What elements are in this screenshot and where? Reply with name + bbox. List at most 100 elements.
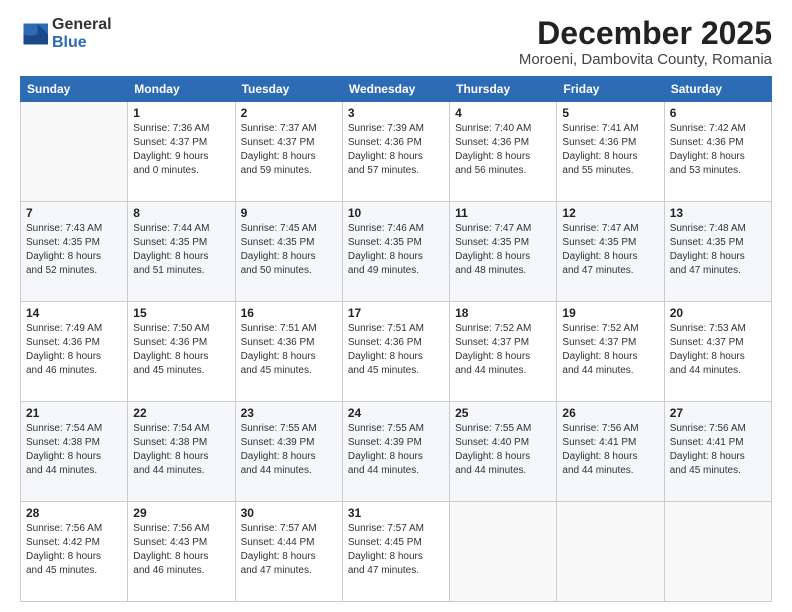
day-number: 6 <box>670 106 766 120</box>
day-info: Sunrise: 7:42 AMSunset: 4:36 PMDaylight:… <box>670 122 766 178</box>
day-info: Sunrise: 7:57 AMSunset: 4:44 PMDaylight:… <box>241 522 337 578</box>
day-info: Sunrise: 7:56 AMSunset: 4:42 PMDaylight:… <box>26 522 122 578</box>
calendar-cell: 17Sunrise: 7:51 AMSunset: 4:36 PMDayligh… <box>342 302 449 402</box>
day-info: Sunrise: 7:54 AMSunset: 4:38 PMDaylight:… <box>133 422 229 478</box>
calendar-cell: 6 Sunrise: 7:42 AMSunset: 4:36 PMDaylight… <box>664 102 771 202</box>
day-number: 21 <box>26 406 122 420</box>
day-number: 31 <box>348 506 444 520</box>
day-info: Sunrise: 7:40 AMSunset: 4:36 PMDaylight:… <box>455 122 551 178</box>
calendar-cell: 8 Sunrise: 7:44 AMSunset: 4:35 PMDaylight… <box>128 202 235 302</box>
calendar-cell: 25 Sunrise: 7:55 AMSunset: 4:40 PMDayligh… <box>450 402 557 502</box>
week-row-2: 7 Sunrise: 7:43 AMSunset: 4:35 PMDaylight… <box>21 202 772 302</box>
calendar-cell: 3 Sunrise: 7:39 AMSunset: 4:36 PMDaylight… <box>342 102 449 202</box>
day-info: Sunrise: 7:44 AMSunset: 4:35 PMDaylight:… <box>133 222 229 278</box>
day-number: 7 <box>26 206 122 220</box>
day-number: 5 <box>562 106 658 120</box>
calendar-cell: 18Sunrise: 7:52 AMSunset: 4:37 PMDayligh… <box>450 302 557 402</box>
day-info: Sunrise: 7:53 AMSunset: 4:37 PMDaylight:… <box>670 322 766 378</box>
header: General Blue December 2025 Moroeni, Damb… <box>20 16 772 68</box>
week-row-3: 14Sunrise: 7:49 AMSunset: 4:36 PMDayligh… <box>21 302 772 402</box>
calendar-cell: 10 Sunrise: 7:46 AMSunset: 4:35 PMDayligh… <box>342 202 449 302</box>
weekday-header-tuesday: Tuesday <box>235 77 342 102</box>
weekday-header-monday: Monday <box>128 77 235 102</box>
day-number: 12 <box>562 206 658 220</box>
location-title: Moroeni, Dambovita County, Romania <box>519 51 772 68</box>
day-number: 3 <box>348 106 444 120</box>
calendar-cell: 24 Sunrise: 7:55 AMSunset: 4:39 PMDayligh… <box>342 402 449 502</box>
calendar-cell: 2 Sunrise: 7:37 AMSunset: 4:37 PMDaylight… <box>235 102 342 202</box>
day-info: Sunrise: 7:41 AMSunset: 4:36 PMDaylight:… <box>562 122 658 178</box>
calendar-cell: 5 Sunrise: 7:41 AMSunset: 4:36 PMDaylight… <box>557 102 664 202</box>
logo-text: General Blue <box>52 16 112 51</box>
calendar-cell: 4 Sunrise: 7:40 AMSunset: 4:36 PMDaylight… <box>450 102 557 202</box>
calendar-cell: 31 Sunrise: 7:57 AMSunset: 4:45 PMDayligh… <box>342 502 449 602</box>
logo-icon <box>20 20 48 48</box>
day-info: Sunrise: 7:52 AMSunset: 4:37 PMDaylight:… <box>562 322 658 378</box>
calendar-cell: 27 Sunrise: 7:56 AMSunset: 4:41 PMDayligh… <box>664 402 771 502</box>
day-info: Sunrise: 7:37 AMSunset: 4:37 PMDaylight:… <box>241 122 337 178</box>
day-number: 10 <box>348 206 444 220</box>
calendar-cell: 14Sunrise: 7:49 AMSunset: 4:36 PMDayligh… <box>21 302 128 402</box>
day-info: Sunrise: 7:39 AMSunset: 4:36 PMDaylight:… <box>348 122 444 178</box>
day-number: 15 <box>133 306 229 320</box>
weekday-header-friday: Friday <box>557 77 664 102</box>
day-info: Sunrise: 7:51 AMSunset: 4:36 PMDaylight:… <box>241 322 337 378</box>
day-number: 30 <box>241 506 337 520</box>
day-info: Sunrise: 7:57 AMSunset: 4:45 PMDaylight:… <box>348 522 444 578</box>
calendar-cell: 22Sunrise: 7:54 AMSunset: 4:38 PMDayligh… <box>128 402 235 502</box>
day-info: Sunrise: 7:55 AMSunset: 4:40 PMDaylight:… <box>455 422 551 478</box>
day-info: Sunrise: 7:47 AMSunset: 4:35 PMDaylight:… <box>455 222 551 278</box>
week-row-4: 21 Sunrise: 7:54 AMSunset: 4:38 PMDayligh… <box>21 402 772 502</box>
logo: General Blue <box>20 16 112 51</box>
day-info: Sunrise: 7:56 AMSunset: 4:41 PMDaylight:… <box>562 422 658 478</box>
day-info: Sunrise: 7:49 AMSunset: 4:36 PMDaylight:… <box>26 322 122 378</box>
month-title: December 2025 <box>519 16 772 51</box>
day-number: 1 <box>133 106 229 120</box>
calendar-cell: 15Sunrise: 7:50 AMSunset: 4:36 PMDayligh… <box>128 302 235 402</box>
title-section: December 2025 Moroeni, Dambovita County,… <box>519 16 772 68</box>
calendar-cell: 16 Sunrise: 7:51 AMSunset: 4:36 PMDayligh… <box>235 302 342 402</box>
weekday-header-wednesday: Wednesday <box>342 77 449 102</box>
day-number: 2 <box>241 106 337 120</box>
day-info: Sunrise: 7:55 AMSunset: 4:39 PMDaylight:… <box>348 422 444 478</box>
day-info: Sunrise: 7:48 AMSunset: 4:35 PMDaylight:… <box>670 222 766 278</box>
day-number: 9 <box>241 206 337 220</box>
day-number: 24 <box>348 406 444 420</box>
day-number: 18 <box>455 306 551 320</box>
calendar-cell: 13Sunrise: 7:48 AMSunset: 4:35 PMDayligh… <box>664 202 771 302</box>
day-number: 8 <box>133 206 229 220</box>
calendar-cell: 11 Sunrise: 7:47 AMSunset: 4:35 PMDayligh… <box>450 202 557 302</box>
day-number: 28 <box>26 506 122 520</box>
page: General Blue December 2025 Moroeni, Damb… <box>0 0 792 612</box>
day-info: Sunrise: 7:43 AMSunset: 4:35 PMDaylight:… <box>26 222 122 278</box>
day-number: 27 <box>670 406 766 420</box>
day-info: Sunrise: 7:47 AMSunset: 4:35 PMDaylight:… <box>562 222 658 278</box>
day-number: 29 <box>133 506 229 520</box>
weekday-header-sunday: Sunday <box>21 77 128 102</box>
calendar-cell: 12 Sunrise: 7:47 AMSunset: 4:35 PMDayligh… <box>557 202 664 302</box>
logo-blue: Blue <box>52 34 112 52</box>
day-number: 16 <box>241 306 337 320</box>
day-number: 17 <box>348 306 444 320</box>
calendar-cell <box>557 502 664 602</box>
calendar-cell: 30 Sunrise: 7:57 AMSunset: 4:44 PMDayligh… <box>235 502 342 602</box>
day-info: Sunrise: 7:36 AMSunset: 4:37 PMDaylight:… <box>133 122 229 178</box>
day-info: Sunrise: 7:46 AMSunset: 4:35 PMDaylight:… <box>348 222 444 278</box>
calendar-table: SundayMondayTuesdayWednesdayThursdayFrid… <box>20 76 772 602</box>
calendar-cell: 29 Sunrise: 7:56 AMSunset: 4:43 PMDayligh… <box>128 502 235 602</box>
weekday-header-saturday: Saturday <box>664 77 771 102</box>
day-number: 4 <box>455 106 551 120</box>
day-info: Sunrise: 7:56 AMSunset: 4:43 PMDaylight:… <box>133 522 229 578</box>
day-info: Sunrise: 7:45 AMSunset: 4:35 PMDaylight:… <box>241 222 337 278</box>
day-number: 25 <box>455 406 551 420</box>
day-number: 11 <box>455 206 551 220</box>
weekday-header-row: SundayMondayTuesdayWednesdayThursdayFrid… <box>21 77 772 102</box>
day-number: 19 <box>562 306 658 320</box>
logo-general: General <box>52 16 112 34</box>
day-number: 26 <box>562 406 658 420</box>
day-number: 23 <box>241 406 337 420</box>
day-info: Sunrise: 7:56 AMSunset: 4:41 PMDaylight:… <box>670 422 766 478</box>
calendar-cell: 28 Sunrise: 7:56 AMSunset: 4:42 PMDayligh… <box>21 502 128 602</box>
calendar-cell <box>450 502 557 602</box>
calendar-cell: 20Sunrise: 7:53 AMSunset: 4:37 PMDayligh… <box>664 302 771 402</box>
